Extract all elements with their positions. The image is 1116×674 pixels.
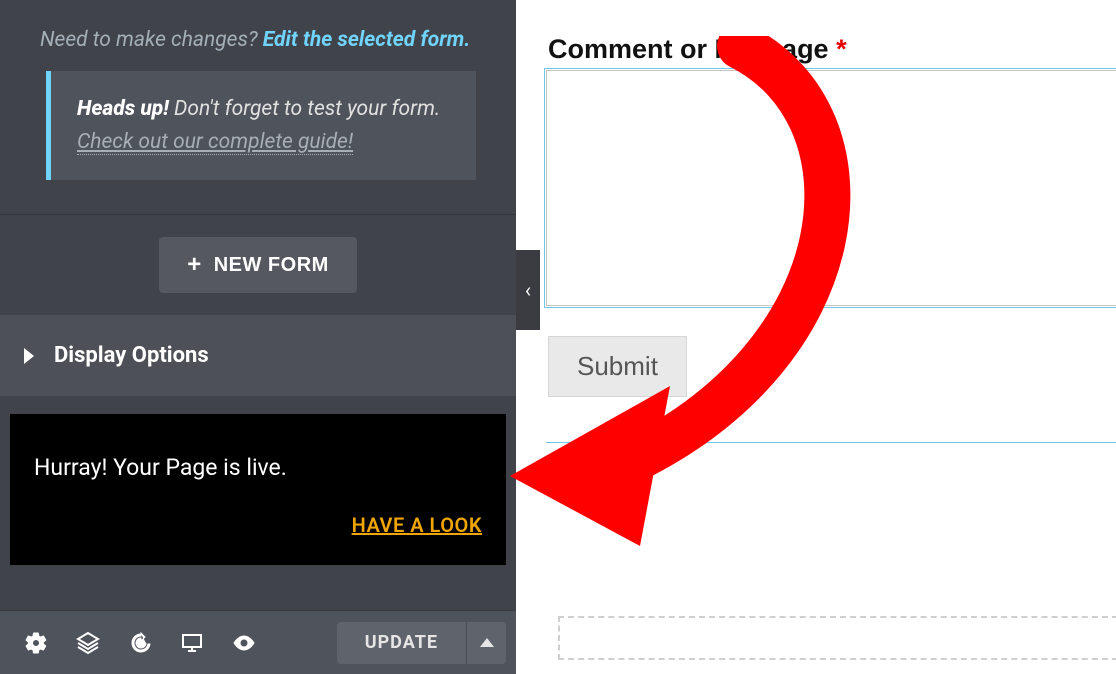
chevron-left-icon: ‹ [525, 278, 531, 302]
preview-button[interactable] [218, 621, 270, 665]
eye-icon [232, 631, 256, 655]
responsive-button[interactable] [166, 621, 218, 665]
new-form-button[interactable]: + NEW FORM [159, 237, 357, 293]
comment-textarea[interactable] [546, 70, 1116, 306]
display-options-toggle[interactable]: Display Options [0, 315, 516, 396]
caret-right-icon [24, 348, 34, 364]
form-label: Comment or Message * [548, 34, 847, 65]
update-button[interactable]: UPDATE [337, 622, 466, 664]
add-section-placeholder[interactable] [558, 616, 1116, 660]
submit-label: Submit [577, 351, 658, 381]
caret-up-icon [480, 638, 494, 647]
notice-heads: Heads up! [77, 97, 169, 121]
help-text: Need to make changes? Edit the selected … [0, 0, 516, 71]
notice-box: Heads up! Don't forget to test your form… [46, 71, 476, 180]
have-a-look-link[interactable]: HAVE A LOOK [34, 513, 482, 537]
monitor-icon [180, 631, 204, 655]
form-label-text: Comment or Message [548, 34, 829, 64]
canvas-preview: Comment or Message * Submit [540, 0, 1116, 674]
help-prompt: Need to make changes? [40, 28, 258, 52]
layers-icon [76, 631, 100, 655]
selection-outline [546, 442, 1116, 443]
live-message: Hurray! Your Page is live. [34, 454, 482, 481]
edit-form-link[interactable]: Edit the selected form. [263, 28, 470, 52]
notice-body: Don't forget to test your form. [174, 97, 440, 121]
history-button[interactable] [114, 621, 166, 665]
update-group: UPDATE [337, 622, 506, 664]
update-label: UPDATE [365, 632, 438, 653]
live-panel: Hurray! Your Page is live. HAVE A LOOK [10, 414, 506, 565]
gear-icon [24, 631, 48, 655]
plus-icon: + [187, 253, 202, 277]
history-icon [128, 631, 152, 655]
sidebar: Need to make changes? Edit the selected … [0, 0, 516, 674]
collapse-sidebar-handle[interactable]: ‹ [516, 250, 540, 330]
sidebar-inner: Need to make changes? Edit the selected … [0, 0, 516, 674]
notice-guide-link[interactable]: Check out our complete guide! [77, 130, 353, 155]
display-options-label: Display Options [54, 343, 209, 368]
settings-button[interactable] [10, 621, 62, 665]
update-options-button[interactable] [466, 622, 506, 664]
required-asterisk: * [836, 34, 847, 64]
navigator-button[interactable] [62, 621, 114, 665]
new-form-label: NEW FORM [214, 254, 329, 277]
new-form-section: + NEW FORM [0, 214, 516, 315]
submit-button[interactable]: Submit [548, 336, 687, 397]
bottom-toolbar: UPDATE [0, 610, 516, 674]
